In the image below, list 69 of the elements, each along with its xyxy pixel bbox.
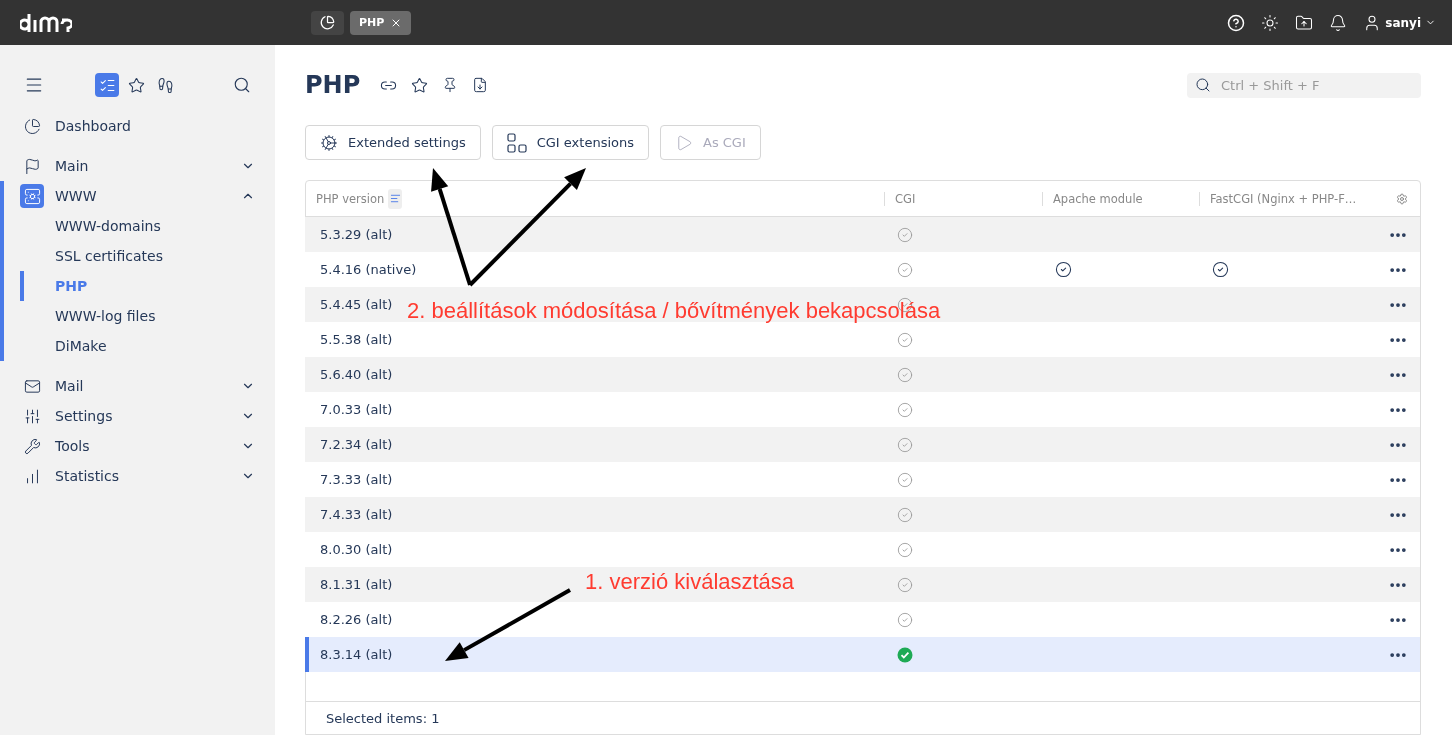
- dashboard-tab[interactable]: [311, 10, 344, 35]
- bell-icon[interactable]: [1329, 13, 1348, 32]
- sun-icon[interactable]: [1261, 13, 1280, 32]
- nav-item[interactable]: Statistics: [4, 461, 275, 491]
- column-header: PHP version: [306, 188, 884, 209]
- search-icon: [1195, 77, 1211, 93]
- nav-subitem[interactable]: WWW-log files: [20, 301, 275, 331]
- nav-subitem[interactable]: SSL certificates: [20, 241, 275, 271]
- nav-item[interactable]: Dashboard: [4, 111, 275, 141]
- gears-icon: [320, 133, 338, 152]
- pie-chart-icon: [320, 15, 335, 30]
- column-header: FastCGI (Nginx + PHP-F…: [1199, 191, 1380, 206]
- nav-icon: [23, 407, 41, 425]
- table-cell: 8.0.30 (alt): [320, 542, 393, 557]
- table-row[interactable]: 8.3.14 (alt): [305, 637, 1420, 672]
- play-icon: [675, 133, 693, 152]
- sort-icon[interactable]: [388, 188, 403, 209]
- help-icon[interactable]: [1227, 13, 1246, 32]
- table-cell: 5.5.38 (alt): [320, 332, 393, 347]
- toolbar-button[interactable]: Extended settings: [305, 125, 481, 160]
- table-cell: 7.0.33 (alt): [320, 402, 393, 417]
- annotation-text: 1. verzió kiválasztása: [585, 569, 795, 595]
- nav-item[interactable]: Settings: [4, 401, 275, 431]
- table-cell: 7.4.33 (alt): [320, 507, 393, 522]
- settings-icon[interactable]: [1396, 192, 1408, 205]
- star-icon: [127, 76, 145, 94]
- nav-subitem[interactable]: DiMake: [20, 331, 275, 361]
- user-menu[interactable]: sanyi: [1363, 13, 1436, 32]
- table-cell: 8.1.31 (alt): [320, 577, 393, 592]
- page-tab[interactable]: PHP: [350, 10, 412, 35]
- nav-icon: [23, 117, 41, 135]
- nav-icon: [23, 437, 41, 455]
- table-cell: 5.6.40 (alt): [320, 367, 393, 382]
- nav-subitem[interactable]: WWW-domains: [20, 211, 275, 241]
- page-title: PHP: [305, 71, 361, 99]
- table-cell: 7.2.34 (alt): [320, 437, 393, 452]
- table-cell: 7.3.33 (alt): [320, 472, 393, 487]
- column-header: Apache module: [1042, 191, 1199, 206]
- star-icon[interactable]: [411, 76, 429, 94]
- search-field[interactable]: Ctrl + Shift + F: [1187, 72, 1421, 98]
- table-cell: 8.3.14 (alt): [320, 647, 393, 662]
- file-download-icon[interactable]: [472, 77, 489, 93]
- footprints-icon: [156, 76, 174, 94]
- folder-upload-icon[interactable]: [1295, 13, 1314, 32]
- squares-icon: [506, 132, 527, 153]
- logo: [20, 11, 72, 34]
- nav-item[interactable]: Main: [4, 151, 275, 181]
- toolbar-button[interactable]: CGI extensions: [491, 125, 649, 160]
- nav-item[interactable]: Tools: [4, 431, 275, 461]
- table-row[interactable]: 7.4.33 (alt): [305, 497, 1420, 532]
- table-cell: 5.4.16 (native): [320, 262, 417, 277]
- column-header: CGI: [884, 191, 1042, 206]
- table-row[interactable]: 7.2.34 (alt): [305, 427, 1420, 462]
- table-cell: 8.2.26 (alt): [320, 612, 393, 627]
- nav-item[interactable]: WWW: [4, 181, 275, 211]
- search-field[interactable]: Ctrl + Shift + F: [1219, 76, 1413, 94]
- nav-icon: [23, 157, 41, 175]
- search-icon[interactable]: [233, 76, 251, 94]
- table-cell: 5.3.29 (alt): [320, 227, 393, 242]
- annotation-text: 2. beállítások módosítása / bővítmények bekapcsolása: [407, 298, 941, 324]
- list-view-tab[interactable]: [95, 73, 119, 97]
- nav-icon: [23, 187, 41, 205]
- nav-item[interactable]: Mail: [4, 371, 275, 401]
- selection-count: Selected items: 1: [306, 701, 1420, 734]
- nav-icon: [23, 377, 41, 395]
- table-row[interactable]: 5.6.40 (alt): [305, 357, 1420, 392]
- nav-subitem[interactable]: PHP: [20, 271, 275, 301]
- table-row[interactable]: 5.3.29 (alt): [305, 217, 1420, 252]
- table-cell: 5.4.45 (alt): [320, 297, 393, 312]
